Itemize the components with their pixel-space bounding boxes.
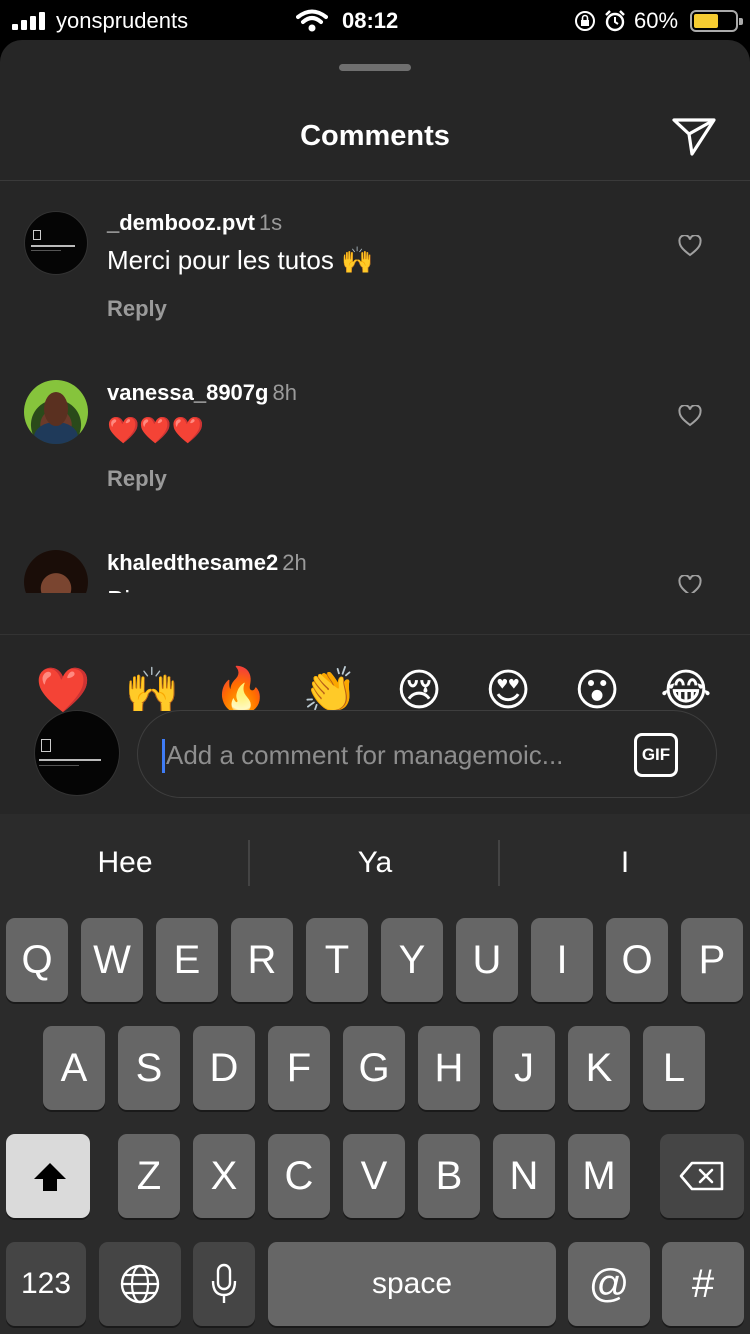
globe-icon <box>120 1264 160 1304</box>
reply-button[interactable]: Reply <box>107 296 167 322</box>
key-r[interactable]: R <box>231 918 293 1002</box>
backspace-key[interactable] <box>660 1134 744 1218</box>
battery-percent: 60% <box>634 8 679 33</box>
comment-header: vanessa_8907g 8h <box>107 380 297 406</box>
comment-text: Bi <box>107 585 130 593</box>
comment-time: 1s <box>258 210 283 235</box>
key-z[interactable]: Z <box>118 1134 180 1218</box>
backspace-icon <box>679 1161 724 1191</box>
key-h[interactable]: H <box>418 1026 480 1110</box>
comment-text: Merci pour les tutos 🙌 <box>107 245 374 275</box>
heart-outline-icon[interactable] <box>678 235 702 257</box>
key-at[interactable]: @ <box>568 1242 650 1326</box>
comment-input[interactable]: Add a comment for managemoic... GIF <box>137 710 717 798</box>
comment-time: 8h <box>272 380 297 405</box>
numbers-key[interactable]: 123 <box>6 1242 86 1326</box>
key-o[interactable]: O <box>606 918 668 1002</box>
key-j[interactable]: J <box>493 1026 555 1110</box>
carrier-name: yonsprudents <box>56 8 189 33</box>
my-avatar <box>34 710 120 796</box>
key-a[interactable]: A <box>43 1026 105 1110</box>
comment-item: khaledthesame22h Bi <box>0 521 750 593</box>
key-l[interactable]: L <box>643 1026 705 1110</box>
globe-key[interactable] <box>99 1242 181 1326</box>
suggestion-1[interactable]: Hee <box>0 846 250 880</box>
comment-item: vanessa_8907g 8h ❤️❤️❤️ Reply <box>0 351 750 521</box>
key-i[interactable]: I <box>531 918 593 1002</box>
comment-time: 2h <box>282 550 307 575</box>
key-b[interactable]: B <box>418 1134 480 1218</box>
comment-username[interactable]: vanessa_8907g <box>107 380 268 405</box>
share-button[interactable] <box>670 112 718 160</box>
gif-button[interactable]: GIF <box>634 733 678 777</box>
signal-icon <box>12 12 48 30</box>
status-bar: yonsprudents 08:12 60% <box>0 0 750 40</box>
key-x[interactable]: X <box>193 1134 255 1218</box>
suggestion-3[interactable]: I <box>500 846 750 880</box>
suggestion-2[interactable]: Ya <box>250 846 500 880</box>
wifi-icon <box>296 9 328 32</box>
comment-list[interactable]: _dembooz.pvt 1s Merci pour les tutos 🙌 Re… <box>0 181 750 593</box>
key-d[interactable]: D <box>193 1026 255 1110</box>
shift-key[interactable] <box>6 1134 90 1218</box>
key-e[interactable]: E <box>156 918 218 1002</box>
key-n[interactable]: N <box>493 1134 555 1218</box>
key-g[interactable]: G <box>343 1026 405 1110</box>
key-m[interactable]: M <box>568 1134 630 1218</box>
comment-username[interactable]: khaledthesame2 <box>107 550 278 575</box>
heart-outline-icon[interactable] <box>678 405 702 427</box>
sheet-grabber[interactable] <box>339 64 411 71</box>
key-f[interactable]: F <box>268 1026 330 1110</box>
key-s[interactable]: S <box>118 1026 180 1110</box>
key-v[interactable]: V <box>343 1134 405 1218</box>
comment-placeholder: Add a comment for managemoic... <box>166 740 564 770</box>
comment-item: _dembooz.pvt 1s Merci pour les tutos 🙌 Re… <box>0 181 750 351</box>
keyboard: Hee Ya I Q W E R T Y U I O P A S D F G H… <box>0 814 750 1334</box>
key-c[interactable]: C <box>268 1134 330 1218</box>
shift-icon <box>34 1163 66 1191</box>
text-caret <box>162 739 165 773</box>
key-q[interactable]: Q <box>6 918 68 1002</box>
key-k[interactable]: K <box>568 1026 630 1110</box>
avatar[interactable] <box>24 550 88 593</box>
key-p[interactable]: P <box>681 918 743 1002</box>
comment-username[interactable]: _dembooz.pvt <box>107 210 255 235</box>
space-key[interactable]: space <box>268 1242 556 1326</box>
key-u[interactable]: U <box>456 918 518 1002</box>
battery-icon <box>690 10 743 32</box>
reply-button[interactable]: Reply <box>107 466 167 492</box>
microphone-key[interactable] <box>193 1242 255 1326</box>
key-y[interactable]: Y <box>381 918 443 1002</box>
clock: 08:12 <box>342 8 399 33</box>
alarm-icon <box>605 10 625 32</box>
sheet-title: Comments <box>300 120 450 152</box>
reactions-divider <box>0 634 750 635</box>
microphone-icon <box>211 1263 237 1303</box>
avatar[interactable] <box>24 380 88 444</box>
key-t[interactable]: T <box>306 918 368 1002</box>
rotation-lock-icon <box>575 11 595 31</box>
key-hash[interactable]: # <box>662 1242 744 1326</box>
comment-text: ❤️❤️❤️ <box>107 415 205 445</box>
comment-header: _dembooz.pvt 1s <box>107 210 282 236</box>
key-w[interactable]: W <box>81 918 143 1002</box>
comments-sheet: Comments _dembooz.pvt 1s Merci pour les t… <box>0 40 750 814</box>
avatar[interactable] <box>24 211 88 275</box>
comment-header: khaledthesame2 2h <box>107 550 307 576</box>
heart-outline-icon[interactable] <box>678 575 702 593</box>
